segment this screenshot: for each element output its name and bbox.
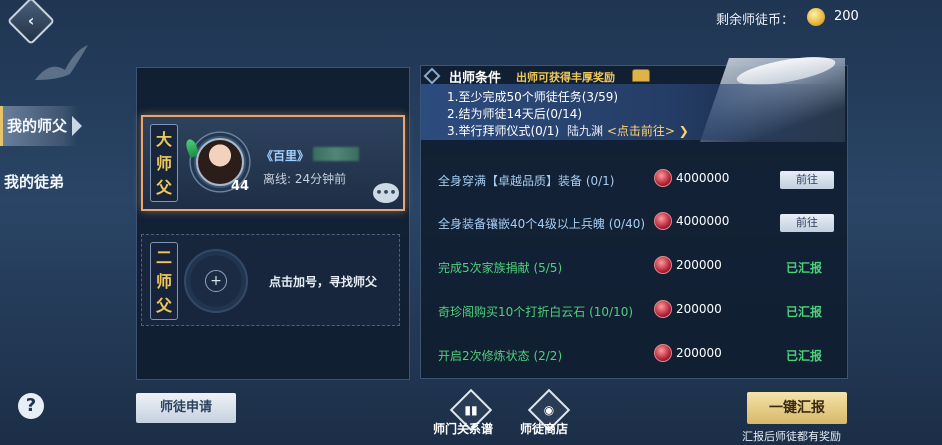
tab-my-apprentice-label: 我的徒弟	[4, 173, 65, 191]
master-name-obscured	[313, 147, 359, 161]
tab-my-master[interactable]: 我的师父	[0, 106, 82, 146]
conditions-subtitle: 出师可获得丰厚奖励	[516, 71, 615, 84]
master-status: 离线: 24分钟前	[263, 172, 347, 186]
npc-goto-link[interactable]: 陆九渊 <点击前往> ❯	[567, 122, 689, 139]
goto-button[interactable]: 前往	[780, 171, 834, 189]
tab-my-master-label: 我的师父	[7, 117, 68, 135]
requirement-1: 1.至少完成50个师徒任务(3/59)	[447, 90, 619, 104]
requirements-box: 1.至少完成50个师徒任务(3/59) 2.结为师徒14天后(0/14) 3.举…	[421, 84, 844, 140]
task-reward: 4000000	[676, 171, 730, 185]
apprentice-apply-button[interactable]: 师徒申请	[136, 393, 236, 423]
task-name: 开启2次修炼状态 (2/2)	[438, 349, 563, 363]
currency-label: 剩余师徒币：	[716, 13, 795, 28]
task-reward: 200000	[676, 302, 722, 316]
task-row: 全身装备镶嵌40个4级以上兵魄 (0/40) 4000000 前往	[438, 203, 838, 243]
task-reward: 200000	[676, 346, 722, 360]
npc-link-text[interactable]: <点击前往>	[607, 124, 675, 138]
task-name: 完成5次家族捐献 (5/5)	[438, 261, 563, 275]
shop-label[interactable]: 师徒商店	[520, 420, 568, 437]
task-row: 开启2次修炼状态 (2/2) 200000 已汇报	[438, 335, 838, 375]
task-reward: 200000	[676, 258, 722, 272]
task-row: 完成5次家族捐献 (5/5) 200000 已汇报	[438, 247, 838, 287]
goto-button[interactable]: 前往	[780, 214, 834, 232]
task-name: 奇珍阁购买10个打折白云石 (10/10)	[438, 305, 634, 319]
task-row: 奇珍阁购买10个打折白云石 (10/10) 200000 已汇报	[438, 291, 838, 331]
crane-decoration-icon	[35, 45, 88, 80]
primary-master-card[interactable]: 大师父 44 《百里》 离线: 24分钟前 •••	[141, 115, 405, 211]
secondary-master-rank: 二师父	[150, 242, 178, 320]
reward-gem-icon	[654, 212, 672, 230]
reward-gem-icon	[654, 344, 672, 362]
add-master-slot[interactable]: +	[184, 249, 248, 313]
add-icon[interactable]: +	[205, 270, 227, 292]
link-arrow-icon: ❯	[678, 124, 689, 138]
reported-status: 已汇报	[786, 305, 823, 319]
help-icon[interactable]: ?	[18, 393, 44, 419]
task-name: 全身装备镶嵌40个4级以上兵魄 (0/40)	[438, 217, 646, 231]
masters-panel	[136, 67, 410, 380]
task-reward: 4000000	[676, 214, 730, 228]
active-tab-arrow-icon	[72, 116, 82, 136]
currency-value: 200	[834, 9, 859, 24]
report-all-button[interactable]: 一键汇报	[747, 392, 847, 424]
master-level: 44	[231, 179, 250, 194]
requirement-3: 3.举行拜师仪式(0/1)	[447, 124, 560, 138]
reported-status: 已汇报	[786, 349, 823, 363]
chat-icon[interactable]: •••	[373, 183, 399, 203]
reported-status: 已汇报	[786, 261, 823, 275]
relation-chart-label[interactable]: 师门关系谱	[433, 420, 493, 437]
report-note: 汇报后师徒都有奖励	[742, 430, 841, 443]
back-arrow-icon: ‹	[27, 11, 35, 30]
task-row: 全身穿满【卓越品质】装备 (0/1) 4000000 前往	[438, 160, 838, 200]
task-name: 全身穿满【卓越品质】装备 (0/1)	[438, 174, 615, 188]
reward-gem-icon	[654, 256, 672, 274]
primary-master-rank: 大师父	[150, 124, 178, 202]
treasure-chest-icon[interactable]	[632, 69, 650, 82]
find-master-hint: 点击加号，寻找师父	[269, 275, 378, 289]
back-emblem-button[interactable]: ‹	[6, 0, 56, 46]
npc-name: 陆九渊	[567, 124, 604, 138]
reward-gem-icon	[654, 169, 672, 187]
coin-icon	[807, 8, 825, 26]
requirement-2: 2.结为师徒14天后(0/14)	[447, 107, 583, 121]
tab-my-apprentice[interactable]: 我的徒弟	[0, 162, 78, 202]
secondary-master-card: 二师父 + 点击加号，寻找师父	[141, 234, 400, 326]
reward-gem-icon	[654, 300, 672, 318]
server-tag: 《百里》	[261, 149, 310, 163]
